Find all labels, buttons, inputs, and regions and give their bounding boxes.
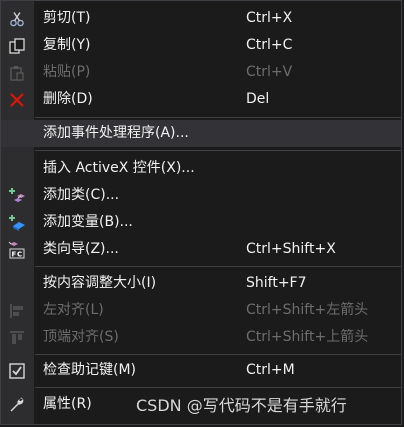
menu-item-label: 属性(R) <box>43 396 92 412</box>
menu-item-align-top[interactable]: 顶端对齐(S) Ctrl+Shift+上箭头 <box>1 324 401 351</box>
add-variable-icon <box>8 214 26 232</box>
menu-item-copy[interactable]: 复制(Y) Ctrl+C <box>1 32 401 59</box>
menu-item-label: 粘贴(P) <box>43 64 91 80</box>
menu-item-label: 类向导(Z)... <box>43 241 119 257</box>
menu-item-add-variable[interactable]: 添加变量(B)... <box>1 209 401 236</box>
class-wizard-icon: F C <box>8 241 26 259</box>
menu-item-shortcut: Ctrl+M <box>246 362 295 378</box>
menu-item-label: 剪切(T) <box>43 10 91 26</box>
menu-item-shortcut: Del <box>246 91 270 107</box>
menu-item-paste[interactable]: 粘贴(P) Ctrl+V <box>1 59 401 86</box>
menu-separator <box>35 387 401 388</box>
add-class-icon <box>8 187 26 205</box>
menu-separator <box>35 117 401 118</box>
align-left-icon <box>8 302 26 320</box>
menu-item-label: 左对齐(L) <box>43 302 104 318</box>
menu-item-size-to-content[interactable]: 按内容调整大小(I) Shift+F7 <box>1 270 401 297</box>
menu-separator <box>35 354 401 355</box>
menu-item-align-left[interactable]: 左对齐(L) Ctrl+Shift+左箭头 <box>1 297 401 324</box>
menu-item-cut[interactable]: 剪切(T) Ctrl+X <box>1 5 401 32</box>
menu-item-label: 检查助记键(M) <box>43 362 137 378</box>
context-menu: 剪切(T) Ctrl+X 复制(Y) Ctrl+C 粘贴(P) Ctrl+V 删… <box>0 0 402 425</box>
menu-item-delete[interactable]: 删除(D) Del <box>1 86 401 113</box>
menu-item-label: 添加事件处理程序(A)... <box>43 125 189 141</box>
align-top-icon <box>8 329 26 347</box>
menu-item-label: 复制(Y) <box>43 37 91 53</box>
menu-item-shortcut: Ctrl+Shift+左箭头 <box>246 302 369 318</box>
menu-item-label: 添加类(C)... <box>43 187 120 203</box>
svg-text:C: C <box>17 251 22 259</box>
menu-item-label: 删除(D) <box>43 91 93 107</box>
menu-item-shortcut: Ctrl+V <box>246 64 293 80</box>
menu-item-add-class[interactable]: 添加类(C)... <box>1 182 401 209</box>
menu-item-insert-activex[interactable]: 插入 ActiveX 控件(X)... <box>1 155 401 182</box>
delete-icon <box>8 91 26 109</box>
wrench-icon <box>8 396 26 414</box>
menu-item-shortcut: Ctrl+X <box>246 10 293 26</box>
menu-separator <box>35 266 401 267</box>
menu-item-label: 顶端对齐(S) <box>43 329 119 345</box>
menu-item-shortcut: Ctrl+Shift+上箭头 <box>246 329 369 345</box>
csdn-watermark: CSDN @写代码不是有手就行 <box>136 396 347 415</box>
menu-item-shortcut: Shift+F7 <box>246 275 307 291</box>
menu-item-check-mnemonics[interactable]: 检查助记键(M) Ctrl+M <box>1 357 401 384</box>
menu-item-add-event-handler[interactable]: 添加事件处理程序(A)... <box>1 120 401 147</box>
menu-item-label: 按内容调整大小(I) <box>43 275 157 291</box>
menu-item-label: 插入 ActiveX 控件(X)... <box>43 160 195 176</box>
paste-icon <box>8 64 26 82</box>
menu-item-class-wizard[interactable]: F C 类向导(Z)... Ctrl+Shift+X <box>1 236 401 263</box>
menu-item-shortcut: Ctrl+Shift+X <box>246 241 336 257</box>
copy-icon <box>8 37 26 55</box>
menu-item-shortcut: Ctrl+C <box>246 37 293 53</box>
svg-text:F: F <box>12 251 17 259</box>
scissors-icon <box>8 10 26 28</box>
menu-item-label: 添加变量(B)... <box>43 214 133 230</box>
check-mnemonics-icon <box>8 362 26 380</box>
menu-separator <box>35 150 401 151</box>
